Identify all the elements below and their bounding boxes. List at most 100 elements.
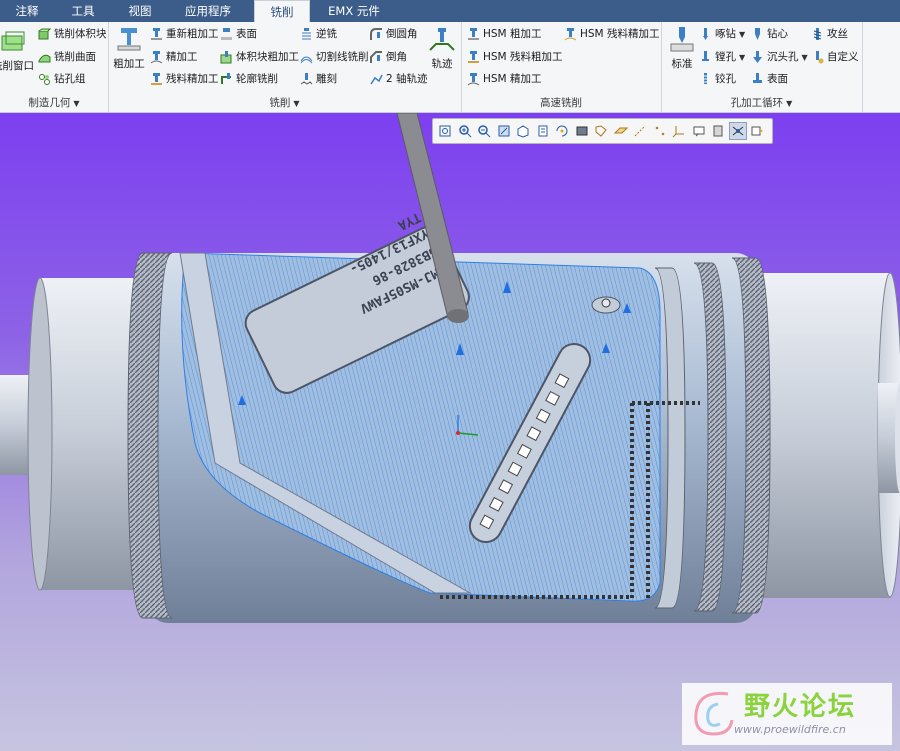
chamfer-button[interactable]: 倒角 xyxy=(370,48,407,67)
tab-emx[interactable]: EMX 元件 xyxy=(322,0,386,22)
cutline-mill-icon xyxy=(300,56,313,64)
hsm-rest-finish-button[interactable]: HSM 残料精加工 xyxy=(564,25,659,44)
repaint-icon[interactable] xyxy=(495,122,513,140)
roughing-button[interactable]: 粗加工 xyxy=(112,26,146,71)
hsm-rough-label: HSM 粗加工 xyxy=(483,28,542,40)
round-chamfer-button[interactable]: 倒圆角 xyxy=(370,25,418,44)
mill-volume-icon xyxy=(38,28,51,40)
group-milling: 粗加工 重新粗加工 精加工 残料精加工 表面 体积块粗加工 轮廓铣削 逆铣 切割… xyxy=(108,22,462,112)
two-axis-trajectory-button[interactable]: 2 轴轨迹 xyxy=(370,70,428,89)
hsm-finish-icon xyxy=(467,73,480,86)
standard-drill-button[interactable]: 标准 xyxy=(665,26,699,71)
plane-display-icon[interactable] xyxy=(612,122,630,140)
group-holemaking: 标准 啄钻 ▼ 镗孔 ▼ 铰孔 钻心 沉头孔 ▼ 表面 攻丝 自定义 孔加工循环… xyxy=(661,22,863,112)
view-toolbar xyxy=(432,118,773,144)
finishing-button[interactable]: 精加工 xyxy=(150,48,198,67)
custom-cycle-button[interactable]: 自定义 xyxy=(811,48,859,67)
forum-watermark: 野火论坛 www.proewildfire.cn xyxy=(682,683,892,745)
group-label-high-speed-milling: 高速铣削 xyxy=(540,97,582,109)
datum-display-icon[interactable] xyxy=(592,122,610,140)
zoom-out-icon[interactable] xyxy=(475,122,493,140)
group-label-holemaking[interactable]: 孔加工循环 ▼ xyxy=(661,95,862,110)
hsm-rest-finish-icon xyxy=(564,28,577,41)
cutline-mill-button[interactable]: 切割线铣削 xyxy=(300,48,369,67)
tab-milling[interactable]: 铣削 xyxy=(254,0,310,23)
volume-rough-icon xyxy=(220,51,232,64)
bore-button[interactable]: 镗孔 ▼ xyxy=(699,48,745,67)
zoom-in-icon[interactable] xyxy=(456,122,474,140)
view-orient-icon[interactable] xyxy=(514,122,532,140)
display-style-icon[interactable] xyxy=(573,122,591,140)
right-shaft[interactable] xyxy=(760,272,900,598)
climb-mill-button[interactable]: 逆铣 xyxy=(300,25,337,44)
perspective-icon[interactable] xyxy=(748,122,766,140)
roughing-label: 粗加工 xyxy=(113,58,145,70)
hsm-rest-rough-label: HSM 残料粗加工 xyxy=(483,51,563,63)
chamfer-icon xyxy=(370,51,382,63)
cutline-mill-label: 切割线铣削 xyxy=(316,51,369,63)
saved-views-icon[interactable] xyxy=(534,122,552,140)
profile-mill-button[interactable]: 轮廓铣削 xyxy=(220,70,278,89)
toolpath-display-icon[interactable] xyxy=(728,122,747,140)
spot-face-button[interactable]: 表面 xyxy=(751,70,788,89)
profile-mill-label: 轮廓铣削 xyxy=(236,73,278,85)
mill-window-button[interactable]: 铣削窗口 xyxy=(0,28,34,73)
tap-icon xyxy=(813,28,822,40)
small-boss[interactable] xyxy=(591,296,621,314)
bore-label: 镗孔 xyxy=(715,51,736,63)
axis-display-icon[interactable] xyxy=(631,122,649,140)
face-mill-label: 表面 xyxy=(236,28,257,40)
ream-icon xyxy=(703,73,708,84)
mill-surface-icon xyxy=(38,54,51,63)
ream-label: 铰孔 xyxy=(715,73,736,85)
volume-rough-label: 体积块粗加工 xyxy=(236,51,299,63)
engrave-label: 雕刻 xyxy=(316,73,337,85)
layer-icon[interactable] xyxy=(709,122,727,140)
custom-cycle-icon xyxy=(816,51,824,64)
model-view: EMJ-MS05FAWV GB3828-86 YXF13/1405- TYA xyxy=(0,113,900,623)
tab-applications[interactable]: 应用程序 xyxy=(176,0,240,22)
trajectory-button[interactable]: 轨迹 xyxy=(426,26,458,71)
hsm-finish-button[interactable]: HSM 精加工 xyxy=(467,70,541,89)
chamfer-label: 倒角 xyxy=(386,51,407,63)
center-drill-button[interactable]: 钻心 xyxy=(751,25,788,44)
tap-button[interactable]: 攻丝 xyxy=(811,25,848,44)
tab-annotate[interactable]: 注释 xyxy=(6,0,48,22)
volume-rough-button[interactable]: 体积块粗加工 xyxy=(220,48,299,67)
rest-finish-button[interactable]: 残料精加工 xyxy=(150,70,219,89)
refit-icon[interactable] xyxy=(436,122,454,140)
two-axis-trajectory-icon xyxy=(370,74,383,85)
re-rough-button[interactable]: 重新粗加工 xyxy=(150,25,219,44)
forum-logo-icon xyxy=(694,691,734,736)
group-label-manufacturing-geometry[interactable]: 制造几何 ▼ xyxy=(0,95,108,110)
mill-volume-button[interactable]: 铣削体积块 xyxy=(38,25,107,44)
hsm-rest-rough-button[interactable]: HSM 残料粗加工 xyxy=(467,48,562,67)
engrave-icon xyxy=(300,73,313,85)
hsm-rough-icon xyxy=(468,28,479,40)
group-manufacturing-geometry: 铣削窗口 铣削体积块 铣削曲面 钻孔组 制造几何▼ xyxy=(0,22,109,112)
drill-group-label: 钻孔组 xyxy=(54,73,86,85)
mill-surface-button[interactable]: 铣削曲面 xyxy=(38,48,96,67)
peck-drill-button[interactable]: 啄钻 ▼ xyxy=(699,25,745,44)
ribbon: 铣削窗口 铣削体积块 铣削曲面 钻孔组 制造几何▼ 粗加工 重新粗加工 精加工 xyxy=(0,22,900,113)
spin-center-icon[interactable] xyxy=(553,122,571,140)
point-display-icon[interactable] xyxy=(651,122,669,140)
hsm-rough-button[interactable]: HSM 粗加工 xyxy=(467,25,541,44)
ream-button[interactable]: 铰孔 xyxy=(699,70,736,89)
profile-mill-icon xyxy=(221,73,231,84)
mill-window-label: 铣削窗口 xyxy=(0,60,34,72)
forum-url: www.proewildfire.cn xyxy=(734,723,846,736)
tab-view[interactable]: 视图 xyxy=(118,0,162,22)
bore-icon xyxy=(702,51,709,61)
csys-display-icon[interactable] xyxy=(670,122,688,140)
group-label-milling[interactable]: 铣削 ▼ xyxy=(108,95,461,110)
face-mill-button[interactable]: 表面 xyxy=(220,25,257,44)
annotation-display-icon[interactable] xyxy=(690,122,708,140)
countersink-button[interactable]: 沉头孔 ▼ xyxy=(751,48,808,67)
standard-drill-label: 标准 xyxy=(671,58,693,70)
rest-finish-icon xyxy=(151,73,162,85)
graphics-viewport[interactable]: EMJ-MS05FAWV GB3828-86 YXF13/1405- TYA 野… xyxy=(0,113,900,751)
engrave-button[interactable]: 雕刻 xyxy=(300,70,337,89)
drill-group-button[interactable]: 钻孔组 xyxy=(38,70,86,89)
tab-tools[interactable]: 工具 xyxy=(62,0,104,22)
